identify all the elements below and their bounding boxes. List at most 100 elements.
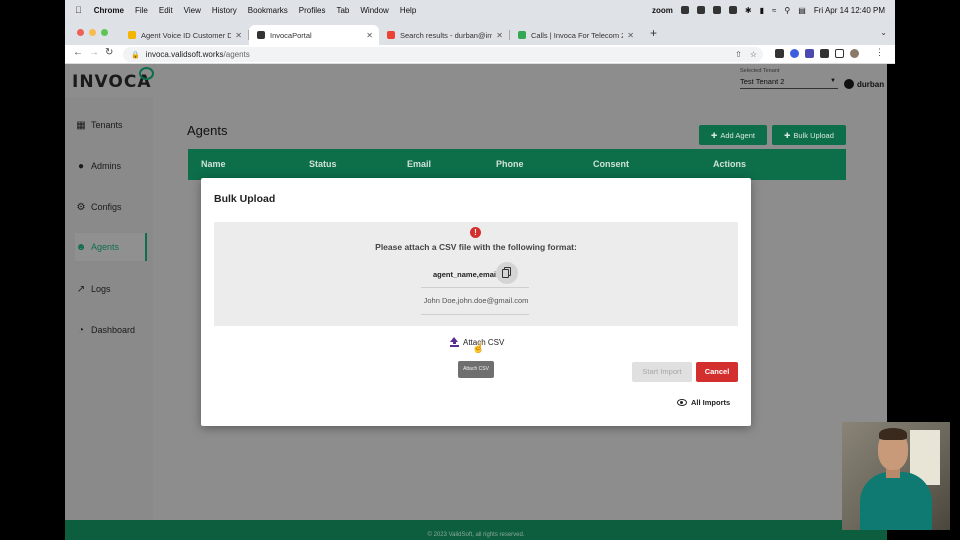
close-tab-icon[interactable]: ✕ <box>627 31 634 40</box>
tab-invoca-portal[interactable]: InvocaPortal ✕ <box>249 25 379 45</box>
tab-label: InvocaPortal <box>270 30 312 40</box>
new-tab-button[interactable]: + <box>650 26 657 40</box>
copy-format-button[interactable] <box>496 262 518 284</box>
lock-icon[interactable]: 🔒 <box>131 51 140 59</box>
sidebar-item-dashboard[interactable]: ◔ Dashboard <box>75 317 147 343</box>
extension-icon[interactable] <box>805 49 814 58</box>
close-window-button[interactable] <box>77 29 84 36</box>
back-arrow-icon[interactable]: ← <box>73 47 83 58</box>
control-center-icon[interactable]: ▤ <box>798 6 806 15</box>
menu-help[interactable]: Help <box>400 6 416 15</box>
sidebar-item-logs[interactable]: ↗ Logs <box>75 276 147 302</box>
tab-search-chevron-icon[interactable]: ⌄ <box>880 28 887 37</box>
clock[interactable]: Fri Apr 14 12:40 PM <box>814 6 885 15</box>
menu-file[interactable]: File <box>135 6 148 15</box>
extension-icon[interactable] <box>790 49 799 58</box>
sidebar-item-admins[interactable]: ● Admins <box>75 153 147 179</box>
chat-favicon-icon <box>518 31 526 39</box>
menu-view[interactable]: View <box>184 6 201 15</box>
page-title: Agents <box>187 123 228 138</box>
agent-face-icon: ☻ <box>75 241 87 253</box>
forward-arrow-icon[interactable]: → <box>89 47 99 58</box>
webcam-video-overlay <box>842 422 950 530</box>
add-agent-button[interactable]: ✚ Add Agent <box>699 125 767 145</box>
browser-tab-strip: Agent Voice ID Customer Deck ✕ InvocaPor… <box>65 20 895 45</box>
bluetooth-icon[interactable]: ✱ <box>745 6 752 15</box>
menu-app-name[interactable]: Chrome <box>94 6 124 15</box>
tab-gmail-search[interactable]: Search results - durban@invoca ✕ <box>379 25 509 45</box>
sidebar-item-configs[interactable]: ⚙ Configs <box>75 194 147 220</box>
tray-app-icon[interactable] <box>680 6 689 14</box>
tab-label: Search results - durban@invoca <box>400 30 492 40</box>
menu-bookmarks[interactable]: Bookmarks <box>248 6 288 15</box>
profile-avatar-icon[interactable] <box>850 49 859 58</box>
kebab-menu-icon[interactable]: ⋮ <box>875 47 884 58</box>
menu-edit[interactable]: Edit <box>159 6 173 15</box>
angular-favicon-icon <box>257 31 265 39</box>
column-header-name[interactable]: Name <box>201 159 226 169</box>
tab-label: Calls | Invoca For Telecom 2.0 <box>531 30 624 40</box>
reload-icon[interactable]: ↻ <box>105 47 113 58</box>
close-tab-icon[interactable]: ✕ <box>235 31 242 40</box>
group-add-icon: ✚ <box>784 130 791 140</box>
sidebar: ▦ Tenants ● Admins ⚙ Configs ☻ Agents ↗ … <box>65 97 153 540</box>
wifi-icon[interactable]: ≈ <box>772 6 776 15</box>
pie-chart-icon: ◔ <box>77 324 85 336</box>
apple-icon[interactable]:  <box>75 5 82 15</box>
format-instructions: Please attach a CSV file with the follow… <box>375 242 577 252</box>
battery-icon[interactable]: ▮ <box>760 6 764 15</box>
extension-icon[interactable] <box>775 49 784 58</box>
person-add-icon: ✚ <box>711 130 718 140</box>
all-imports-button[interactable]: All Imports <box>677 398 730 407</box>
close-tab-icon[interactable]: ✕ <box>366 31 373 40</box>
tab-invoca-telecom[interactable]: Calls | Invoca For Telecom 2.0 ✕ <box>510 25 640 45</box>
column-header-status[interactable]: Status <box>309 159 337 169</box>
column-header-consent[interactable]: Consent <box>593 159 629 169</box>
building-icon: ▦ <box>76 119 86 131</box>
all-imports-label: All Imports <box>691 398 731 407</box>
menu-window[interactable]: Window <box>360 6 388 15</box>
bulk-upload-button[interactable]: ✚ Bulk Upload <box>772 125 846 145</box>
start-import-button[interactable]: Start Import <box>632 362 692 382</box>
column-header-phone[interactable]: Phone <box>496 159 524 169</box>
sidebar-item-label: Tenants <box>91 120 123 130</box>
user-menu[interactable]: durban <box>844 79 884 89</box>
maximize-window-button[interactable] <box>101 29 108 36</box>
sidebar-item-tenants[interactable]: ▦ Tenants <box>75 112 147 138</box>
address-bar[interactable]: 🔒 invoca.validsoft.works /agents ⇧ ☆ <box>123 47 763 62</box>
bookmark-star-icon[interactable]: ☆ <box>750 50 757 59</box>
menu-tab[interactable]: Tab <box>336 6 349 15</box>
menu-profiles[interactable]: Profiles <box>299 6 326 15</box>
share-icon[interactable]: ⇧ <box>735 50 742 59</box>
mac-menu-bar:  Chrome File Edit View History Bookmark… <box>65 0 895 20</box>
logo-speech-bubble-icon <box>139 67 154 80</box>
slides-favicon-icon <box>128 31 136 39</box>
url-path: /agents <box>223 50 250 59</box>
sidebar-item-label: Configs <box>91 202 122 212</box>
sidebar-item-agents[interactable]: ☻ Agents <box>75 233 147 261</box>
sidebar-item-label: Agents <box>91 242 120 252</box>
username: durban <box>857 79 885 89</box>
sidebar-item-label: Admins <box>91 161 122 171</box>
sidepanel-icon[interactable] <box>835 49 844 58</box>
account-circle-icon <box>844 79 854 89</box>
app-footer: © 2023 ValidSoft, all rights reserved. <box>65 520 887 540</box>
tenant-select-value: Test Tenant 2 <box>740 77 785 86</box>
tab-agent-voice-deck[interactable]: Agent Voice ID Customer Deck ✕ <box>120 25 248 45</box>
eye-icon <box>677 399 687 406</box>
close-tab-icon[interactable]: ✕ <box>496 31 503 40</box>
tray-app-icon[interactable] <box>728 6 737 14</box>
zoom-status-label[interactable]: zoom <box>652 6 673 15</box>
puzzle-extensions-icon[interactable] <box>820 49 829 58</box>
minimize-window-button[interactable] <box>89 29 96 36</box>
column-header-actions: Actions <box>713 159 747 169</box>
tenant-select[interactable]: Test Tenant 2 ▼ <box>740 77 838 89</box>
tray-app-icon[interactable] <box>712 6 721 14</box>
tray-app-icon[interactable] <box>696 6 705 14</box>
divider <box>421 314 529 315</box>
column-header-email[interactable]: Email <box>407 159 431 169</box>
search-icon[interactable]: ⚲ <box>784 6 790 15</box>
attach-csv-tooltip: Attach CSV <box>458 361 494 378</box>
menu-history[interactable]: History <box>212 6 237 15</box>
cancel-button[interactable]: Cancel <box>696 362 738 382</box>
